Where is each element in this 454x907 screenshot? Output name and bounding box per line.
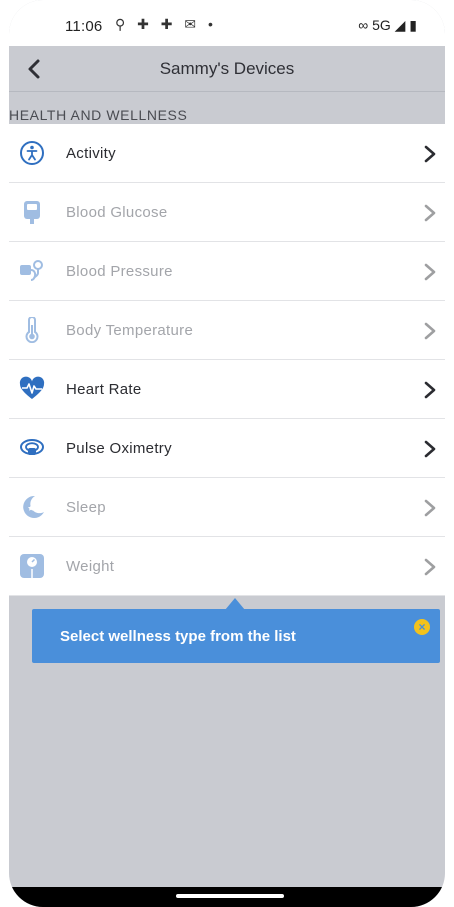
list-item-label: Heart Rate xyxy=(66,381,142,398)
thermometer-icon xyxy=(25,317,39,343)
sleep-moon-icon xyxy=(23,495,44,518)
chevron-right-icon xyxy=(424,145,436,163)
chevron-right-icon xyxy=(424,558,436,576)
list-item-blood-pressure[interactable]: Blood Pressure xyxy=(9,242,445,301)
close-icon[interactable]: × xyxy=(414,619,430,635)
status-time: 11:06 xyxy=(65,18,103,35)
tooltip-text: Select wellness type from the list xyxy=(60,628,296,645)
chevron-right-icon xyxy=(424,204,436,222)
chevron-right-icon xyxy=(424,381,436,399)
activity-icon xyxy=(20,141,44,165)
list-item-label: Body Temperature xyxy=(66,322,194,339)
weight-scale-icon xyxy=(20,554,44,578)
chevron-right-icon xyxy=(424,440,436,458)
list-item-sleep[interactable]: Sleep xyxy=(9,478,445,537)
notification-icons: ⚲ ✚ ✚ ✉ • xyxy=(115,16,217,32)
blood-pressure-icon xyxy=(20,260,43,281)
list-item-label: Activity xyxy=(66,145,116,162)
list-item-label: Sleep xyxy=(66,499,106,516)
signal-battery-icons: ∞ 5G ◢ ▮ xyxy=(358,17,417,33)
blood-glucose-icon xyxy=(24,201,40,224)
chevron-right-icon xyxy=(424,322,436,340)
list-item-weight[interactable]: Weight xyxy=(9,537,445,596)
home-indicator[interactable] xyxy=(176,894,284,898)
hint-tooltip: Select wellness type from the list × xyxy=(32,609,440,663)
list-item-label: Blood Glucose xyxy=(66,204,168,221)
chevron-right-icon xyxy=(424,263,436,281)
list-item-activity[interactable]: Activity xyxy=(9,124,445,183)
page-title: Sammy's Devices xyxy=(159,59,295,78)
list-item-heart-rate[interactable]: Heart Rate xyxy=(9,360,445,419)
phone-screen: 11:06 ⚲ ✚ ✚ ✉ • ∞ 5G ◢ ▮ Sammy's Devices… xyxy=(9,0,445,907)
pulse-oximetry-icon xyxy=(20,439,44,455)
list-item-body-temperature[interactable]: Body Temperature xyxy=(9,301,445,360)
list-item-label: Weight xyxy=(66,558,115,575)
wellness-type-list: Activity Blood Glucose Blood Pressure Bo… xyxy=(9,124,445,596)
list-item-label: Blood Pressure xyxy=(66,263,173,280)
system-nav-bar xyxy=(9,887,445,907)
list-item-label: Pulse Oximetry xyxy=(66,440,172,457)
chevron-right-icon xyxy=(424,499,436,517)
heart-rate-icon xyxy=(19,376,45,399)
list-item-blood-glucose[interactable]: Blood Glucose xyxy=(9,183,445,242)
status-bar: 11:06 ⚲ ✚ ✚ ✉ • ∞ 5G ◢ ▮ xyxy=(9,0,445,46)
list-item-pulse-oximetry[interactable]: Pulse Oximetry xyxy=(9,419,445,478)
section-label: HEALTH AND WELLNESS xyxy=(9,107,188,123)
app-header: Sammy's Devices xyxy=(9,46,445,92)
